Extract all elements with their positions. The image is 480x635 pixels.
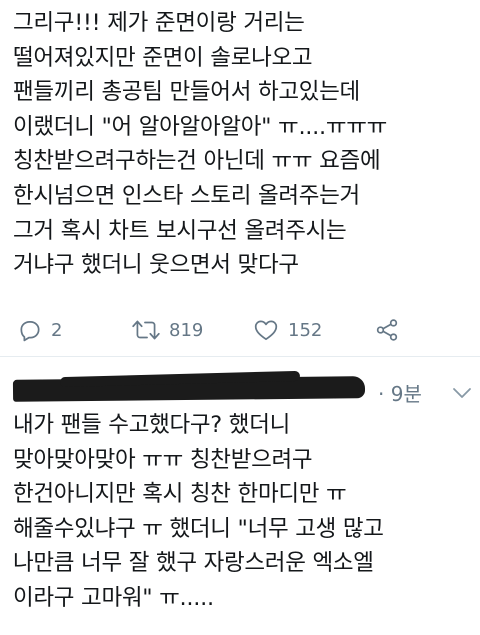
tweet-timestamp: · 9분 [378, 382, 422, 406]
share-button[interactable] [374, 310, 400, 350]
tweet-2-line: 해줄수있냐구 ㅠ 했더니 "너무 고생 많고 [13, 515, 384, 542]
tweet-1-line: 그리구!!! 제가 준면이랑 거리는 [13, 10, 305, 36]
tweet-1-line: 거냐구 했더니 웃으면서 맞다구 [13, 252, 299, 279]
tweet-2-header: · 9분 [0, 370, 480, 412]
tweet-1-line: 칭찬받으려구하는건 아닌데 ㅠㅠ 요즘에 [13, 148, 381, 175]
reply-button[interactable]: 2 [17, 310, 62, 350]
tweet-2-line: 맞아맞아맞아 ㅠㅠ 칭찬받으려구 [13, 446, 313, 473]
tweet-2-line: 나만큼 너무 잘 했구 자랑스러운 엑소엘 [13, 550, 374, 577]
tweet-1-text: 그리구!!! 제가 준면이랑 거리는 떨어져있지만 준면이 솔로나오고 팬들끼리… [13, 6, 473, 283]
tweet-1-line: 팬들끼리 총공팀 만들어서 하고있는데 [13, 79, 360, 106]
retweet-button[interactable]: 819 [131, 310, 203, 350]
tweet-2-line: 한건아니지만 혹시 칭찬 한마디만 ㅠ [13, 481, 347, 508]
reply-count: 2 [51, 319, 63, 341]
tweet-2-text: 내가 팬들 수고했다구? 했더니 맞아맞아맞아 ㅠㅠ 칭찬받으려구 한건아니지만… [13, 408, 473, 616]
tweet-1-line: 이랬더니 "어 알아알아알아" ㅠ....ㅠㅠㅠ [13, 113, 388, 140]
like-count: 152 [288, 319, 323, 341]
tweet-2-line: 이라구 고마워" ㅠ..... [13, 584, 214, 611]
tweet-2-line: 내가 팬들 수고했다구? 했더니 [13, 412, 290, 438]
tweet-1-action-bar: 2 819 152 [0, 310, 480, 350]
chevron-down-icon[interactable] [451, 386, 473, 400]
share-icon [376, 319, 398, 341]
tweet-divider [0, 356, 480, 357]
retweet-count: 819 [169, 319, 204, 341]
retweet-icon [132, 320, 160, 340]
tweet-1-line: 떨어져있지만 준면이 솔로나오고 [13, 44, 313, 71]
reply-icon [20, 321, 40, 342]
tweet-1-line: 한시넘으면 인스타 스토리 올려주는거 [13, 182, 360, 209]
like-button[interactable]: 152 [252, 310, 322, 350]
tweet-1-line: 그거 혹시 차트 보시구선 올려주시는 [13, 217, 347, 244]
like-icon [254, 320, 278, 341]
